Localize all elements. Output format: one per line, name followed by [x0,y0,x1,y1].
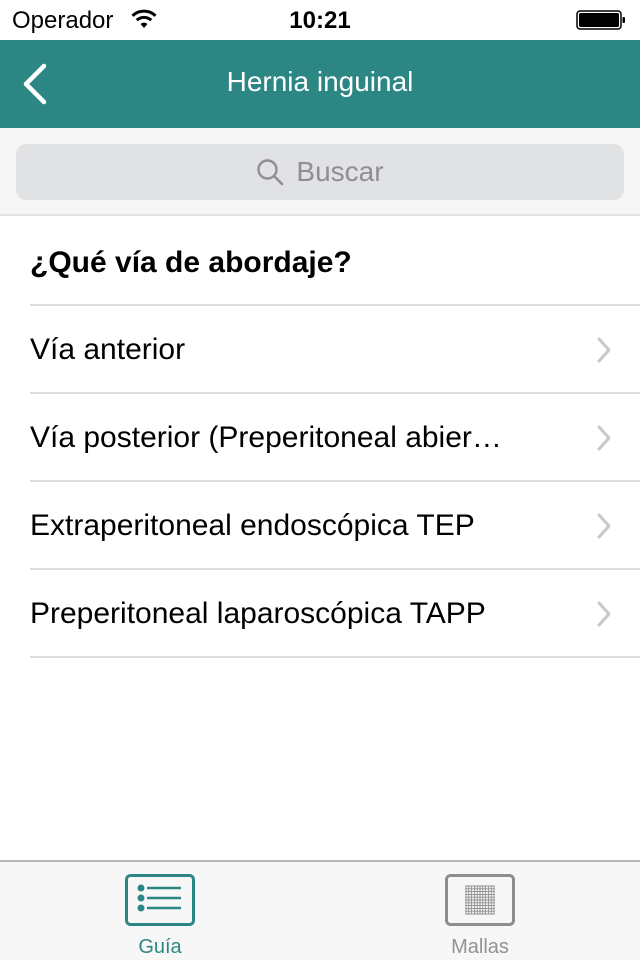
chevron-right-icon [597,513,611,539]
battery-full-icon [576,10,625,30]
chevron-right-icon [597,425,611,451]
tab-guia[interactable]: Guía [0,862,320,960]
search-placeholder: Buscar [296,156,384,187]
list-item-label: Vía posterior (Preperitoneal abier… [30,421,502,454]
chevron-right-icon [597,601,611,627]
divider [30,656,640,658]
chevron-right-icon [597,337,611,363]
list-icon [125,874,195,926]
section-header: ¿Qué vía de abordaje? [0,218,640,305]
tab-label: Guía [138,936,182,958]
navigation-bar: Hernia inguinal [0,40,640,128]
search-input[interactable]: Buscar [16,144,624,200]
status-bar: Operador 10:21 [0,0,640,40]
tab-mallas[interactable]: Mallas [320,862,640,960]
list-item-tep[interactable]: Extraperitoneal endoscópica TEP [0,482,640,570]
search-bar: Buscar [0,128,640,216]
list-item-via-anterior[interactable]: Vía anterior [0,306,640,394]
section-header-title: ¿Qué vía de abordaje? [30,246,352,279]
list-item-label: Extraperitoneal endoscópica TEP [30,509,475,542]
tab-bar: Guía Mallas [0,860,640,960]
list-item-label: Preperitoneal laparoscópica TAPP [30,597,486,630]
search-icon [257,159,284,186]
list-item-label: Vía anterior [30,333,186,366]
mesh-grid-icon [445,874,515,926]
tab-label: Mallas [451,936,509,958]
list-item-tapp[interactable]: Preperitoneal laparoscópica TAPP [0,570,640,658]
list-item-via-posterior[interactable]: Vía posterior (Preperitoneal abier… [0,394,640,482]
clock: 10:21 [289,7,351,34]
page-title: Hernia inguinal [226,66,414,97]
